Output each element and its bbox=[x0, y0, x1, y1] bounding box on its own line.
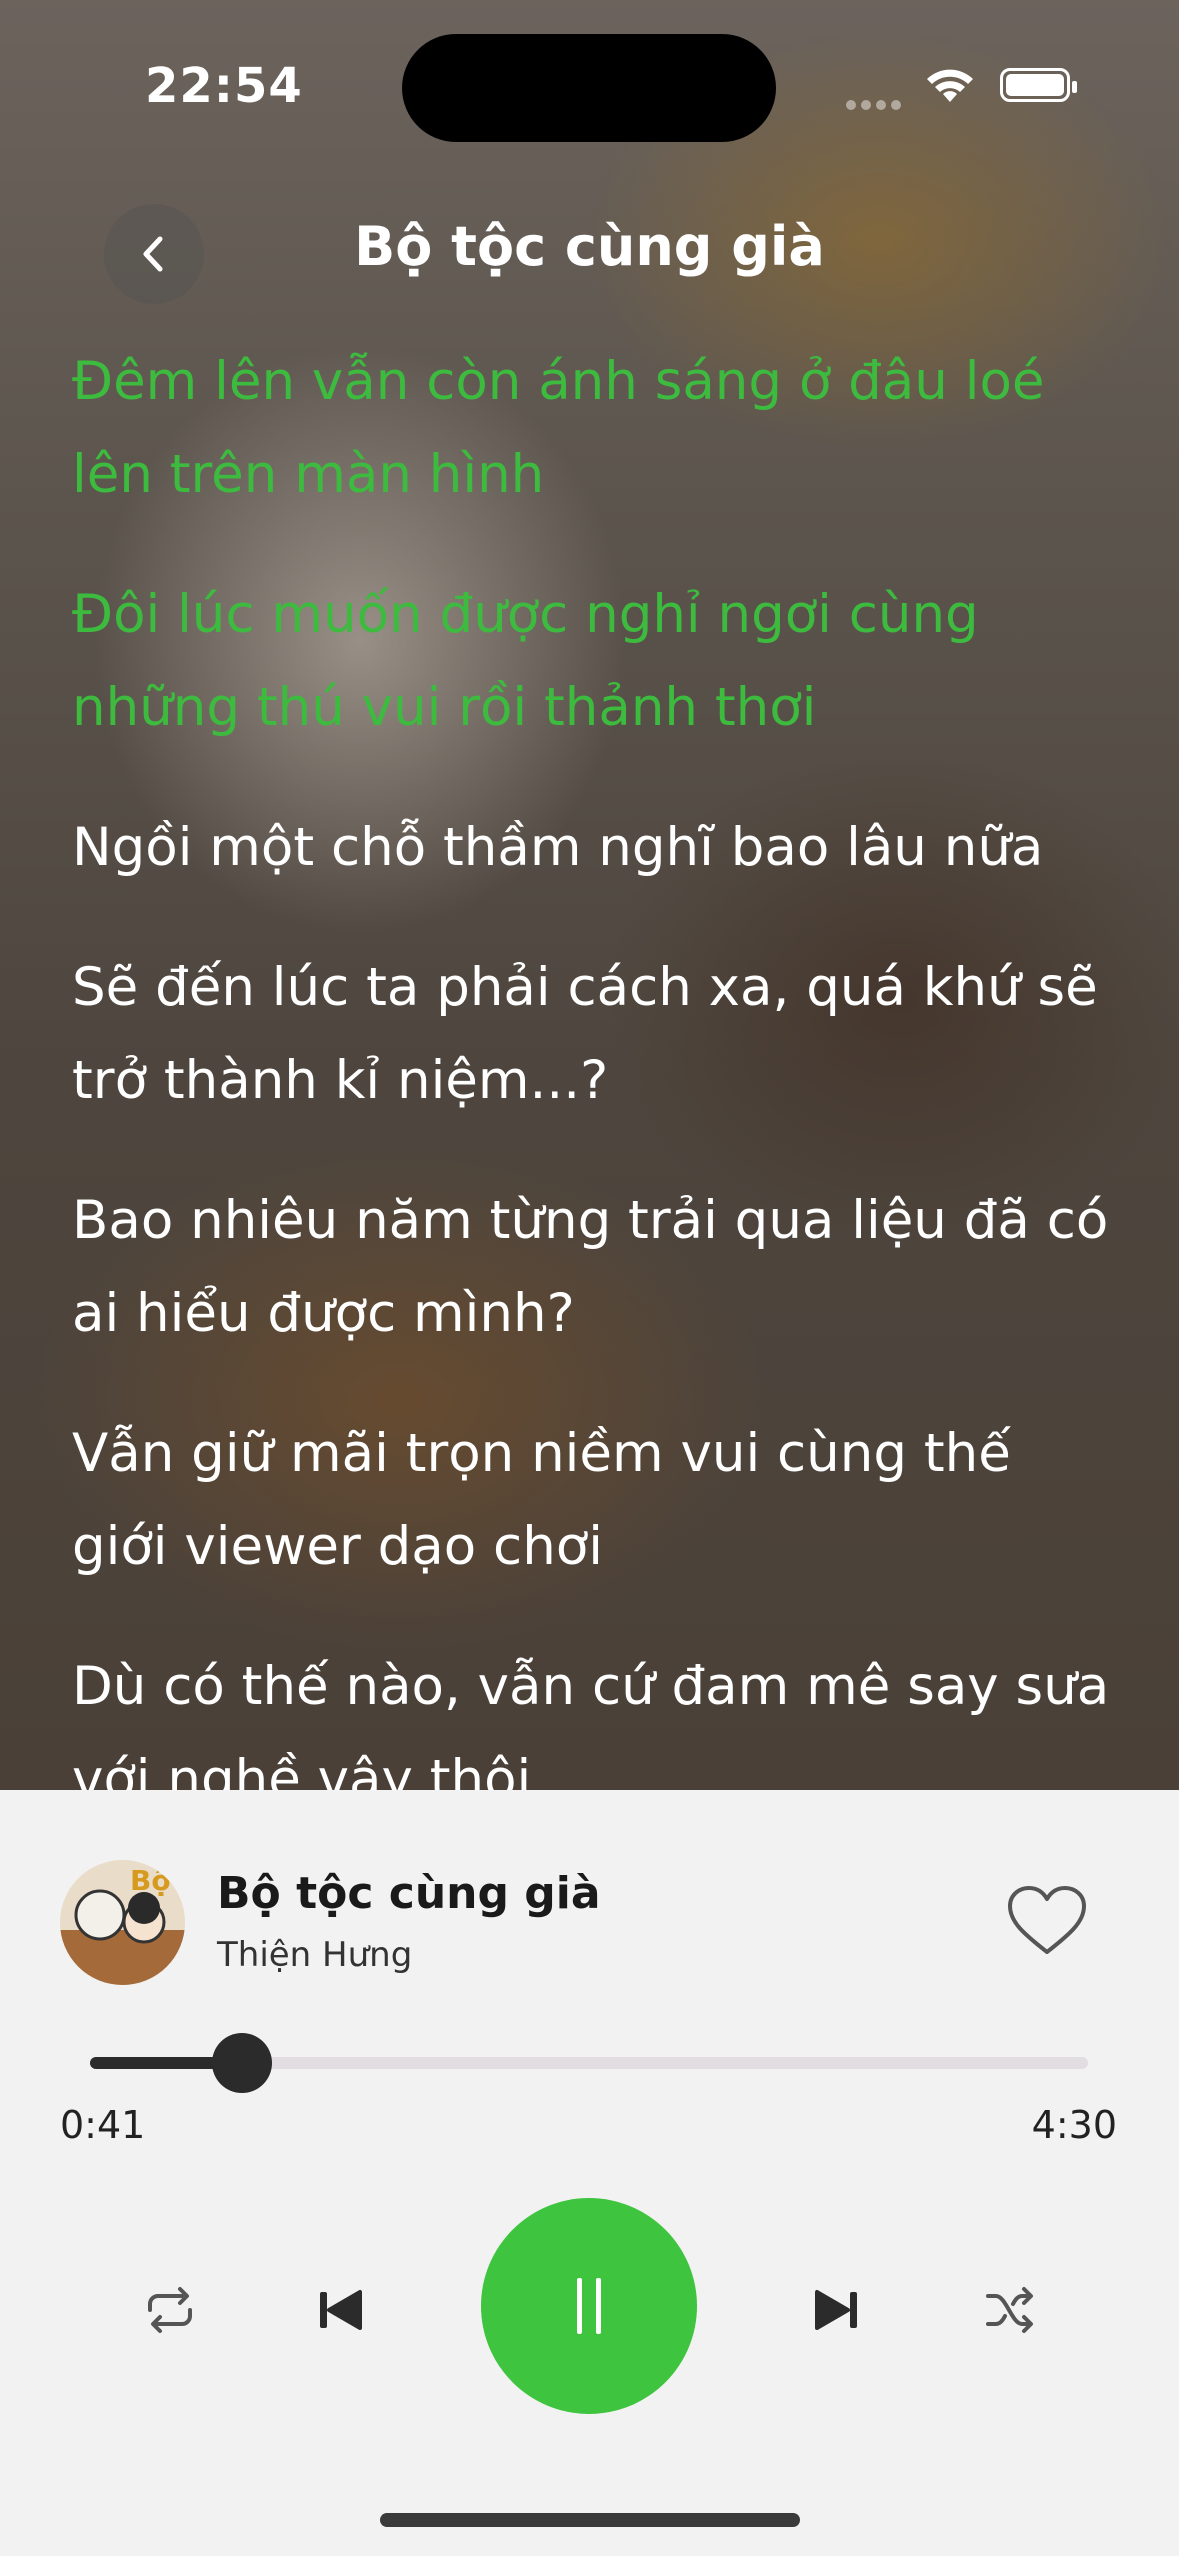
next-button[interactable] bbox=[797, 2270, 877, 2350]
total-duration: 4:30 bbox=[1031, 2103, 1117, 2147]
lyric-line[interactable]: Dù có thế nào, vẫn cứ đam mê say sưa với… bbox=[72, 1640, 1112, 1790]
lyric-line[interactable]: Đêm lên vẫn còn ánh sáng ở đâu loé lên t… bbox=[72, 335, 1112, 521]
home-indicator[interactable] bbox=[380, 2513, 800, 2527]
album-art[interactable]: Bộ bbox=[60, 1860, 185, 1985]
battery-icon bbox=[1000, 68, 1077, 102]
like-button[interactable] bbox=[1004, 1882, 1090, 1962]
page-title: Bộ tộc cùng già bbox=[354, 215, 825, 278]
wifi-icon bbox=[924, 66, 976, 110]
skip-previous-icon bbox=[320, 2290, 362, 2330]
play-pause-button[interactable] bbox=[481, 2198, 697, 2414]
pause-icon bbox=[577, 2278, 601, 2334]
lyric-line[interactable]: Bao nhiêu năm từng trải qua liệu đã có a… bbox=[72, 1174, 1112, 1360]
heart-outline-icon bbox=[1008, 1886, 1086, 1954]
lyric-line[interactable]: Sẽ đến lúc ta phải cách xa, quá khứ sẽ t… bbox=[72, 941, 1112, 1127]
lyric-line[interactable]: Đôi lúc muốn được nghỉ ngơi cùng những t… bbox=[72, 568, 1112, 754]
repeat-icon bbox=[148, 2287, 192, 2333]
artist-name: Thiện Hưng bbox=[217, 1935, 413, 1975]
progress-thumb[interactable] bbox=[211, 2033, 272, 2093]
lyric-line[interactable]: Ngồi một chỗ thầm nghĩ bao lâu nữa bbox=[72, 801, 1112, 894]
song-title: Bộ tộc cùng già bbox=[217, 1868, 601, 1919]
repeat-button[interactable] bbox=[130, 2270, 210, 2350]
progress-slider[interactable] bbox=[90, 2033, 1088, 2093]
elapsed-time: 0:41 bbox=[60, 2103, 146, 2147]
status-time: 22:54 bbox=[145, 58, 303, 114]
skip-next-icon bbox=[815, 2290, 857, 2330]
previous-button[interactable] bbox=[300, 2270, 380, 2350]
status-bar: 22:54 bbox=[0, 0, 1179, 170]
lyric-line[interactable]: Vẫn giữ mãi trọn niềm vui cùng thế giới … bbox=[72, 1407, 1112, 1593]
shuffle-button[interactable] bbox=[970, 2270, 1050, 2350]
svg-text:Bộ: Bộ bbox=[130, 1864, 171, 1897]
dynamic-island bbox=[402, 34, 776, 142]
lyrics-list: Đêm lên vẫn còn ánh sáng ở đâu loé lên t… bbox=[72, 335, 1112, 1790]
player-sheet: Bộ Bộ tộc cùng già Thiện Hưng 0:41 4:30 bbox=[0, 1790, 1179, 2556]
cellular-signal-icon bbox=[846, 95, 906, 114]
shuffle-icon bbox=[986, 2287, 1033, 2333]
lyrics-panel[interactable]: 22:54 Bộ tộc cùng già Đêm lên vẫn còn án… bbox=[0, 0, 1179, 1790]
